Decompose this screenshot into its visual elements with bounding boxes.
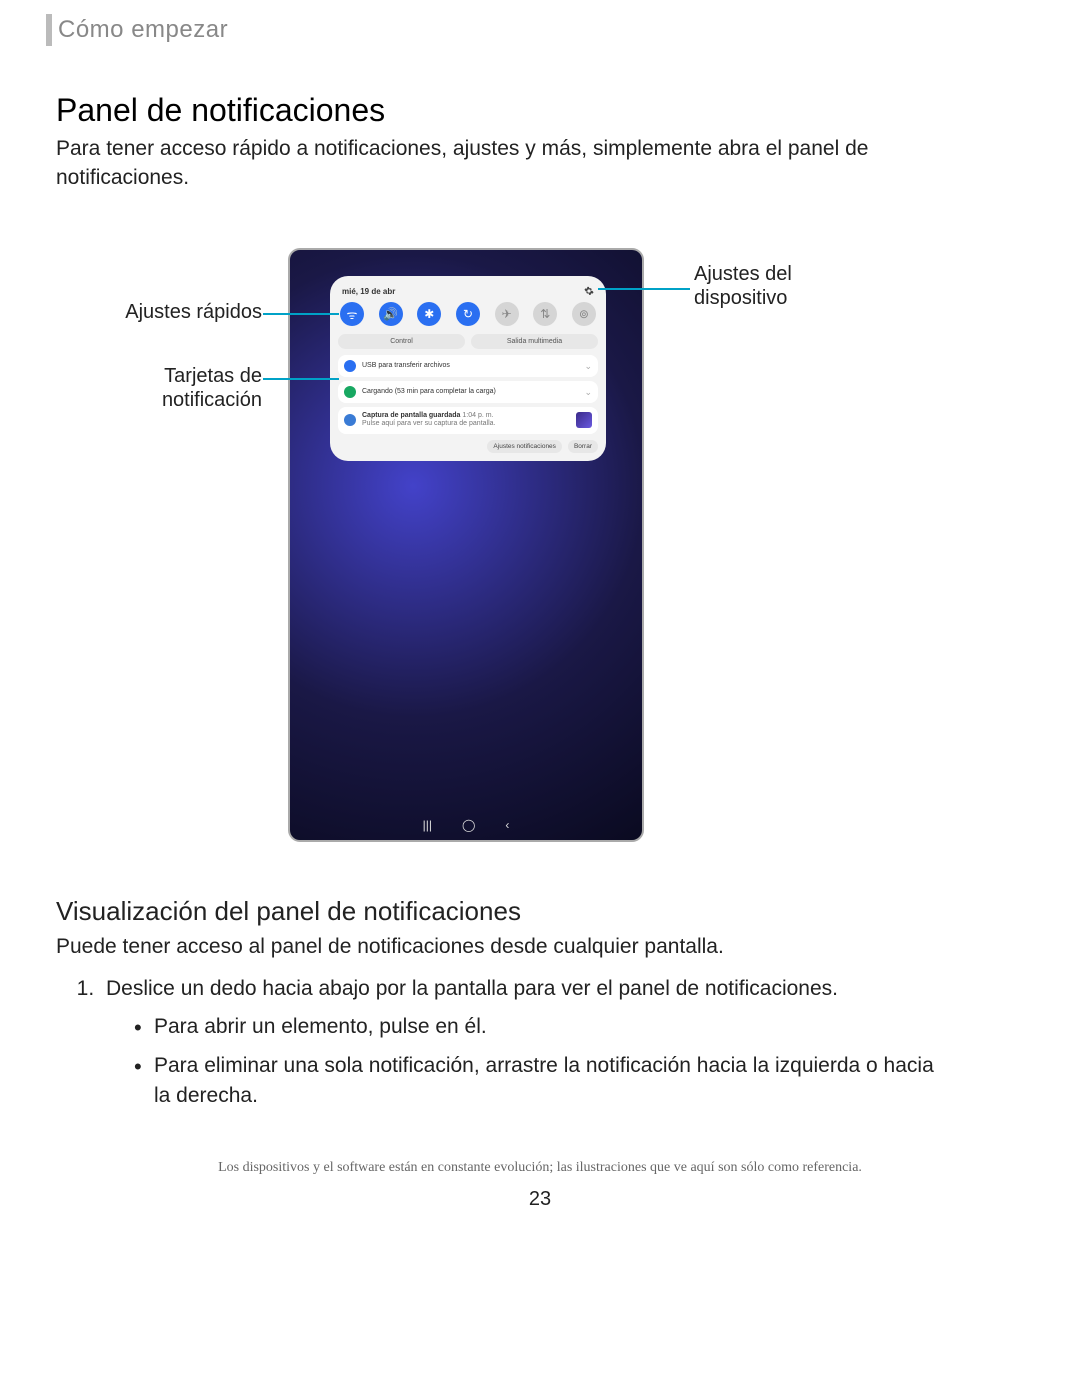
notification-card[interactable]: Cargando (53 min para completar la carga… bbox=[338, 381, 598, 403]
notification-card[interactable]: Captura de pantalla guardada 1:04 p. m. … bbox=[338, 407, 598, 434]
recents-icon[interactable]: ||| bbox=[423, 818, 432, 832]
notification-card[interactable]: USB para transferir archivos ⌄ bbox=[338, 355, 598, 377]
screenshot-thumb bbox=[576, 412, 592, 428]
wifi-icon[interactable]: ᯤ bbox=[340, 302, 364, 326]
leader-line bbox=[598, 288, 690, 290]
intro-text: Para tener acceso rápido a notificacione… bbox=[56, 134, 936, 193]
section-heading: Visualización del panel de notificacione… bbox=[56, 896, 521, 927]
step-text: Deslice un dedo hacia abajo por la panta… bbox=[106, 977, 838, 1000]
panel-date: mié, 19 de abr bbox=[342, 287, 395, 296]
hotspot-icon[interactable]: ⊚ bbox=[572, 302, 596, 326]
data-icon[interactable]: ⇅ bbox=[533, 302, 557, 326]
media-tab[interactable]: Salida multimedia bbox=[471, 334, 598, 349]
bluetooth-icon[interactable]: ✱ bbox=[417, 302, 441, 326]
disclaimer: Los dispositivos y el software están en … bbox=[0, 1160, 1080, 1176]
sound-icon[interactable]: 🔊 bbox=[379, 302, 403, 326]
quick-settings-row: ᯤ 🔊 ✱ ↻ ✈ ⇅ ⊚ bbox=[338, 300, 598, 332]
callout-line2: dispositivo bbox=[694, 287, 787, 309]
rotate-icon[interactable]: ↻ bbox=[456, 302, 480, 326]
steps-list: Deslice un dedo hacia abajo por la panta… bbox=[80, 974, 940, 1120]
breadcrumb: Cómo empezar bbox=[58, 16, 228, 44]
callout-line1: Ajustes del bbox=[694, 263, 792, 285]
leader-line bbox=[263, 378, 339, 380]
charging-icon bbox=[344, 386, 356, 398]
bullet-item: Para eliminar una sola notificación, arr… bbox=[126, 1051, 940, 1112]
leader-line bbox=[263, 313, 339, 315]
phone-mockup: mié, 19 de abr ᯤ 🔊 ✱ ↻ ✈ ⇅ ⊚ Control Sal… bbox=[288, 248, 644, 842]
step-item: Deslice un dedo hacia abajo por la panta… bbox=[100, 974, 940, 1112]
control-tab[interactable]: Control bbox=[338, 334, 465, 349]
notif-title: Captura de pantalla guardada bbox=[362, 412, 460, 419]
notif-text: Cargando (53 min para completar la carga… bbox=[362, 388, 496, 396]
nav-bar: ||| ◯ ‹ bbox=[290, 818, 642, 832]
header-accent bbox=[46, 14, 52, 46]
callout-line1: Tarjetas de bbox=[164, 365, 262, 387]
chevron-down-icon: ⌄ bbox=[584, 387, 592, 398]
notif-settings-button[interactable]: Ajustes notificaciones bbox=[487, 440, 562, 453]
notification-panel: mié, 19 de abr ᯤ 🔊 ✱ ↻ ✈ ⇅ ⊚ Control Sal… bbox=[330, 276, 606, 461]
clear-button[interactable]: Borrar bbox=[568, 440, 598, 453]
callout-quick-settings: Ajustes rápidos bbox=[114, 300, 262, 324]
notif-time: 1:04 p. m. bbox=[462, 412, 493, 419]
section-text: Puede tener acceso al panel de notificac… bbox=[56, 932, 936, 961]
screenshot-icon bbox=[344, 414, 356, 426]
callout-notification-cards: Tarjetas de notificación bbox=[114, 364, 262, 412]
chevron-down-icon: ⌄ bbox=[584, 361, 592, 372]
notif-text: USB para transferir archivos bbox=[362, 362, 450, 370]
notif-sub: Pulse aquí para ver su captura de pantal… bbox=[362, 420, 495, 427]
callout-line2: notificación bbox=[162, 389, 262, 411]
airplane-icon[interactable]: ✈ bbox=[495, 302, 519, 326]
home-icon[interactable]: ◯ bbox=[462, 818, 475, 832]
usb-icon bbox=[344, 360, 356, 372]
back-icon[interactable]: ‹ bbox=[505, 818, 509, 832]
page-title: Panel de notificaciones bbox=[56, 92, 385, 129]
bullet-item: Para abrir un elemento, pulse en él. bbox=[126, 1012, 940, 1042]
callout-device-settings: Ajustes del dispositivo bbox=[694, 262, 874, 310]
page-number: 23 bbox=[0, 1188, 1080, 1211]
gear-icon[interactable] bbox=[584, 286, 594, 296]
